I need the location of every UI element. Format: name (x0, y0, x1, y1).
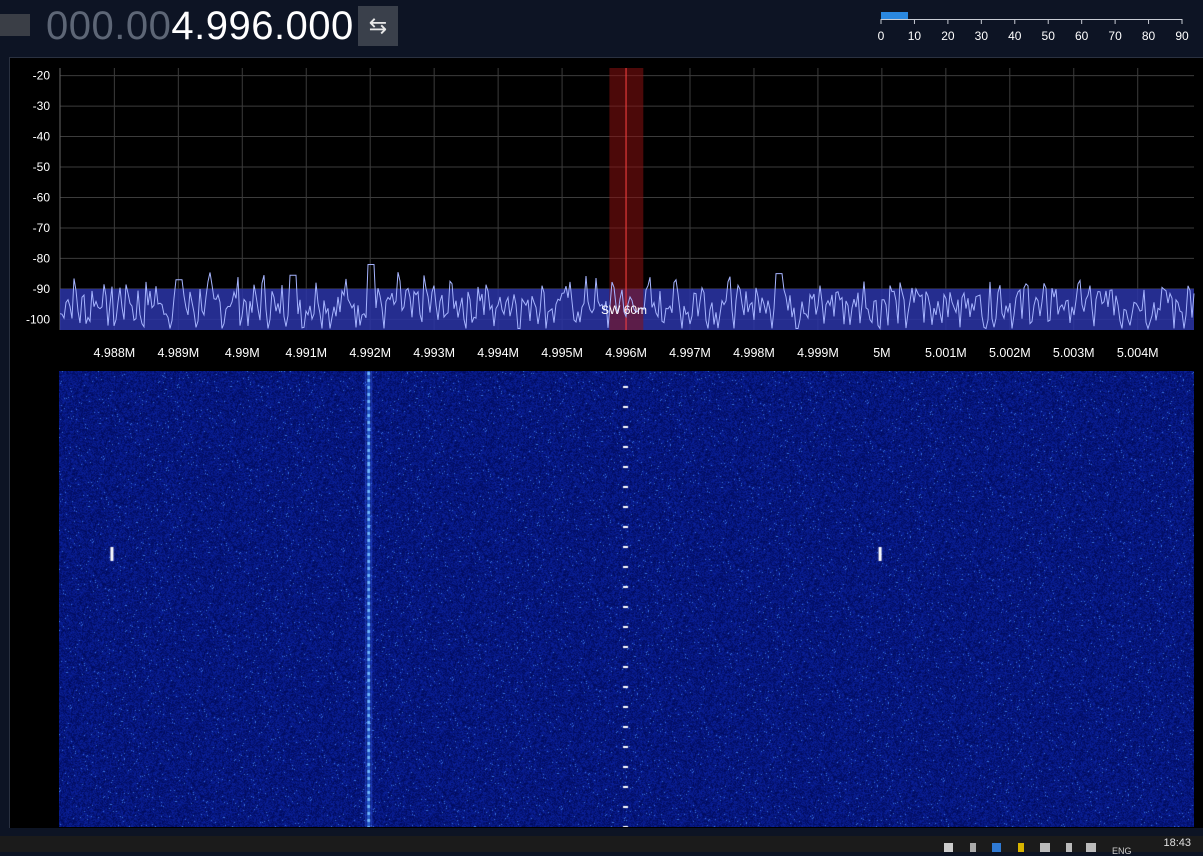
taskbar: ENG 18:43 (0, 836, 1203, 856)
spectrum-panel[interactable]: -20 -30 -40 -50 -60 -70 -80 -90 -100 4.988M 4.989M… (9, 57, 1203, 371)
x-tick-label: 4.99M (225, 346, 260, 360)
x-tick-label: 4.991M (285, 346, 327, 360)
menu-button[interactable] (0, 14, 30, 36)
y-tick-label: -40 (33, 130, 51, 144)
network-icon[interactable] (970, 843, 976, 852)
y-tick-label: -50 (33, 160, 51, 174)
x-tick-label: 4.994M (477, 346, 519, 360)
y-tick-label: -80 (33, 251, 51, 265)
window-icon[interactable] (944, 843, 953, 852)
smeter-tick-label: 0 (878, 29, 885, 43)
y-tick-label: -100 (26, 312, 50, 326)
band-label: SW 60m (601, 303, 647, 317)
y-tick-label: -20 (33, 69, 51, 83)
signal-meter: 0 10 20 30 40 50 60 70 80 90 (876, 10, 1190, 46)
swap-arrows-icon: ⇆ (368, 13, 388, 38)
smeter-tick-label: 70 (1108, 29, 1122, 43)
x-tick-label: 4.989M (157, 346, 199, 360)
smeter-tick-label: 30 (975, 29, 989, 43)
clock[interactable]: 18:43 (1163, 837, 1191, 849)
x-tick-label: 4.996M (605, 346, 647, 360)
y-tick-label: -30 (33, 99, 51, 113)
x-tick-label: 4.988M (94, 346, 136, 360)
x-tick-label: 4.995M (541, 346, 583, 360)
x-tick-label: 4.998M (733, 346, 775, 360)
top-bar: 000.004.996.000 ⇆ 0 10 20 30 40 50 60 70 80 90 (0, 0, 1203, 56)
y-tick-label: -90 (33, 282, 51, 296)
tray-icon[interactable] (1066, 843, 1072, 852)
smeter-tick-label: 60 (1075, 29, 1089, 43)
x-tick-label: 4.997M (669, 346, 711, 360)
x-tick-label: 4.993M (413, 346, 455, 360)
smeter-tick-label: 20 (941, 29, 955, 43)
waterfall-panel[interactable] (9, 370, 1203, 828)
x-tick-label: 5.002M (989, 346, 1031, 360)
x-tick-label: 5.003M (1053, 346, 1095, 360)
x-tick-label: 5.001M (925, 346, 967, 360)
signal-meter-ticks: 0 10 20 30 40 50 60 70 80 90 (878, 19, 1189, 43)
language-indicator[interactable]: ENG (1112, 846, 1132, 856)
spectrum-plot[interactable]: -20 -30 -40 -50 -60 -70 -80 -90 -100 4.988M 4.989M… (10, 58, 1203, 371)
y-tick-label: -70 (33, 221, 51, 235)
frequency-dim-digits[interactable]: 000.00 (46, 4, 171, 48)
swap-button[interactable]: ⇆ (358, 6, 398, 46)
wifi-icon[interactable] (1040, 843, 1050, 852)
x-tick-label: 4.992M (349, 346, 391, 360)
frequency-display[interactable]: 000.004.996.000 (46, 2, 354, 50)
frequency-digits[interactable]: 4.996.000 (171, 4, 353, 48)
shield-icon[interactable] (1018, 843, 1024, 852)
smeter-tick-label: 10 (908, 29, 922, 43)
smeter-tick-label: 40 (1008, 29, 1022, 43)
x-tick-label: 4.999M (797, 346, 839, 360)
smeter-tick-label: 50 (1042, 29, 1056, 43)
y-tick-label: -60 (33, 190, 51, 204)
smeter-tick-label: 90 (1175, 29, 1189, 43)
smeter-tick-label: 80 (1142, 29, 1156, 43)
speaker-icon[interactable] (1086, 843, 1096, 852)
waterfall-display[interactable] (59, 371, 1194, 827)
app-icon[interactable] (992, 843, 1001, 852)
x-tick-label: 5.004M (1117, 346, 1159, 360)
x-tick-label: 5M (873, 346, 890, 360)
